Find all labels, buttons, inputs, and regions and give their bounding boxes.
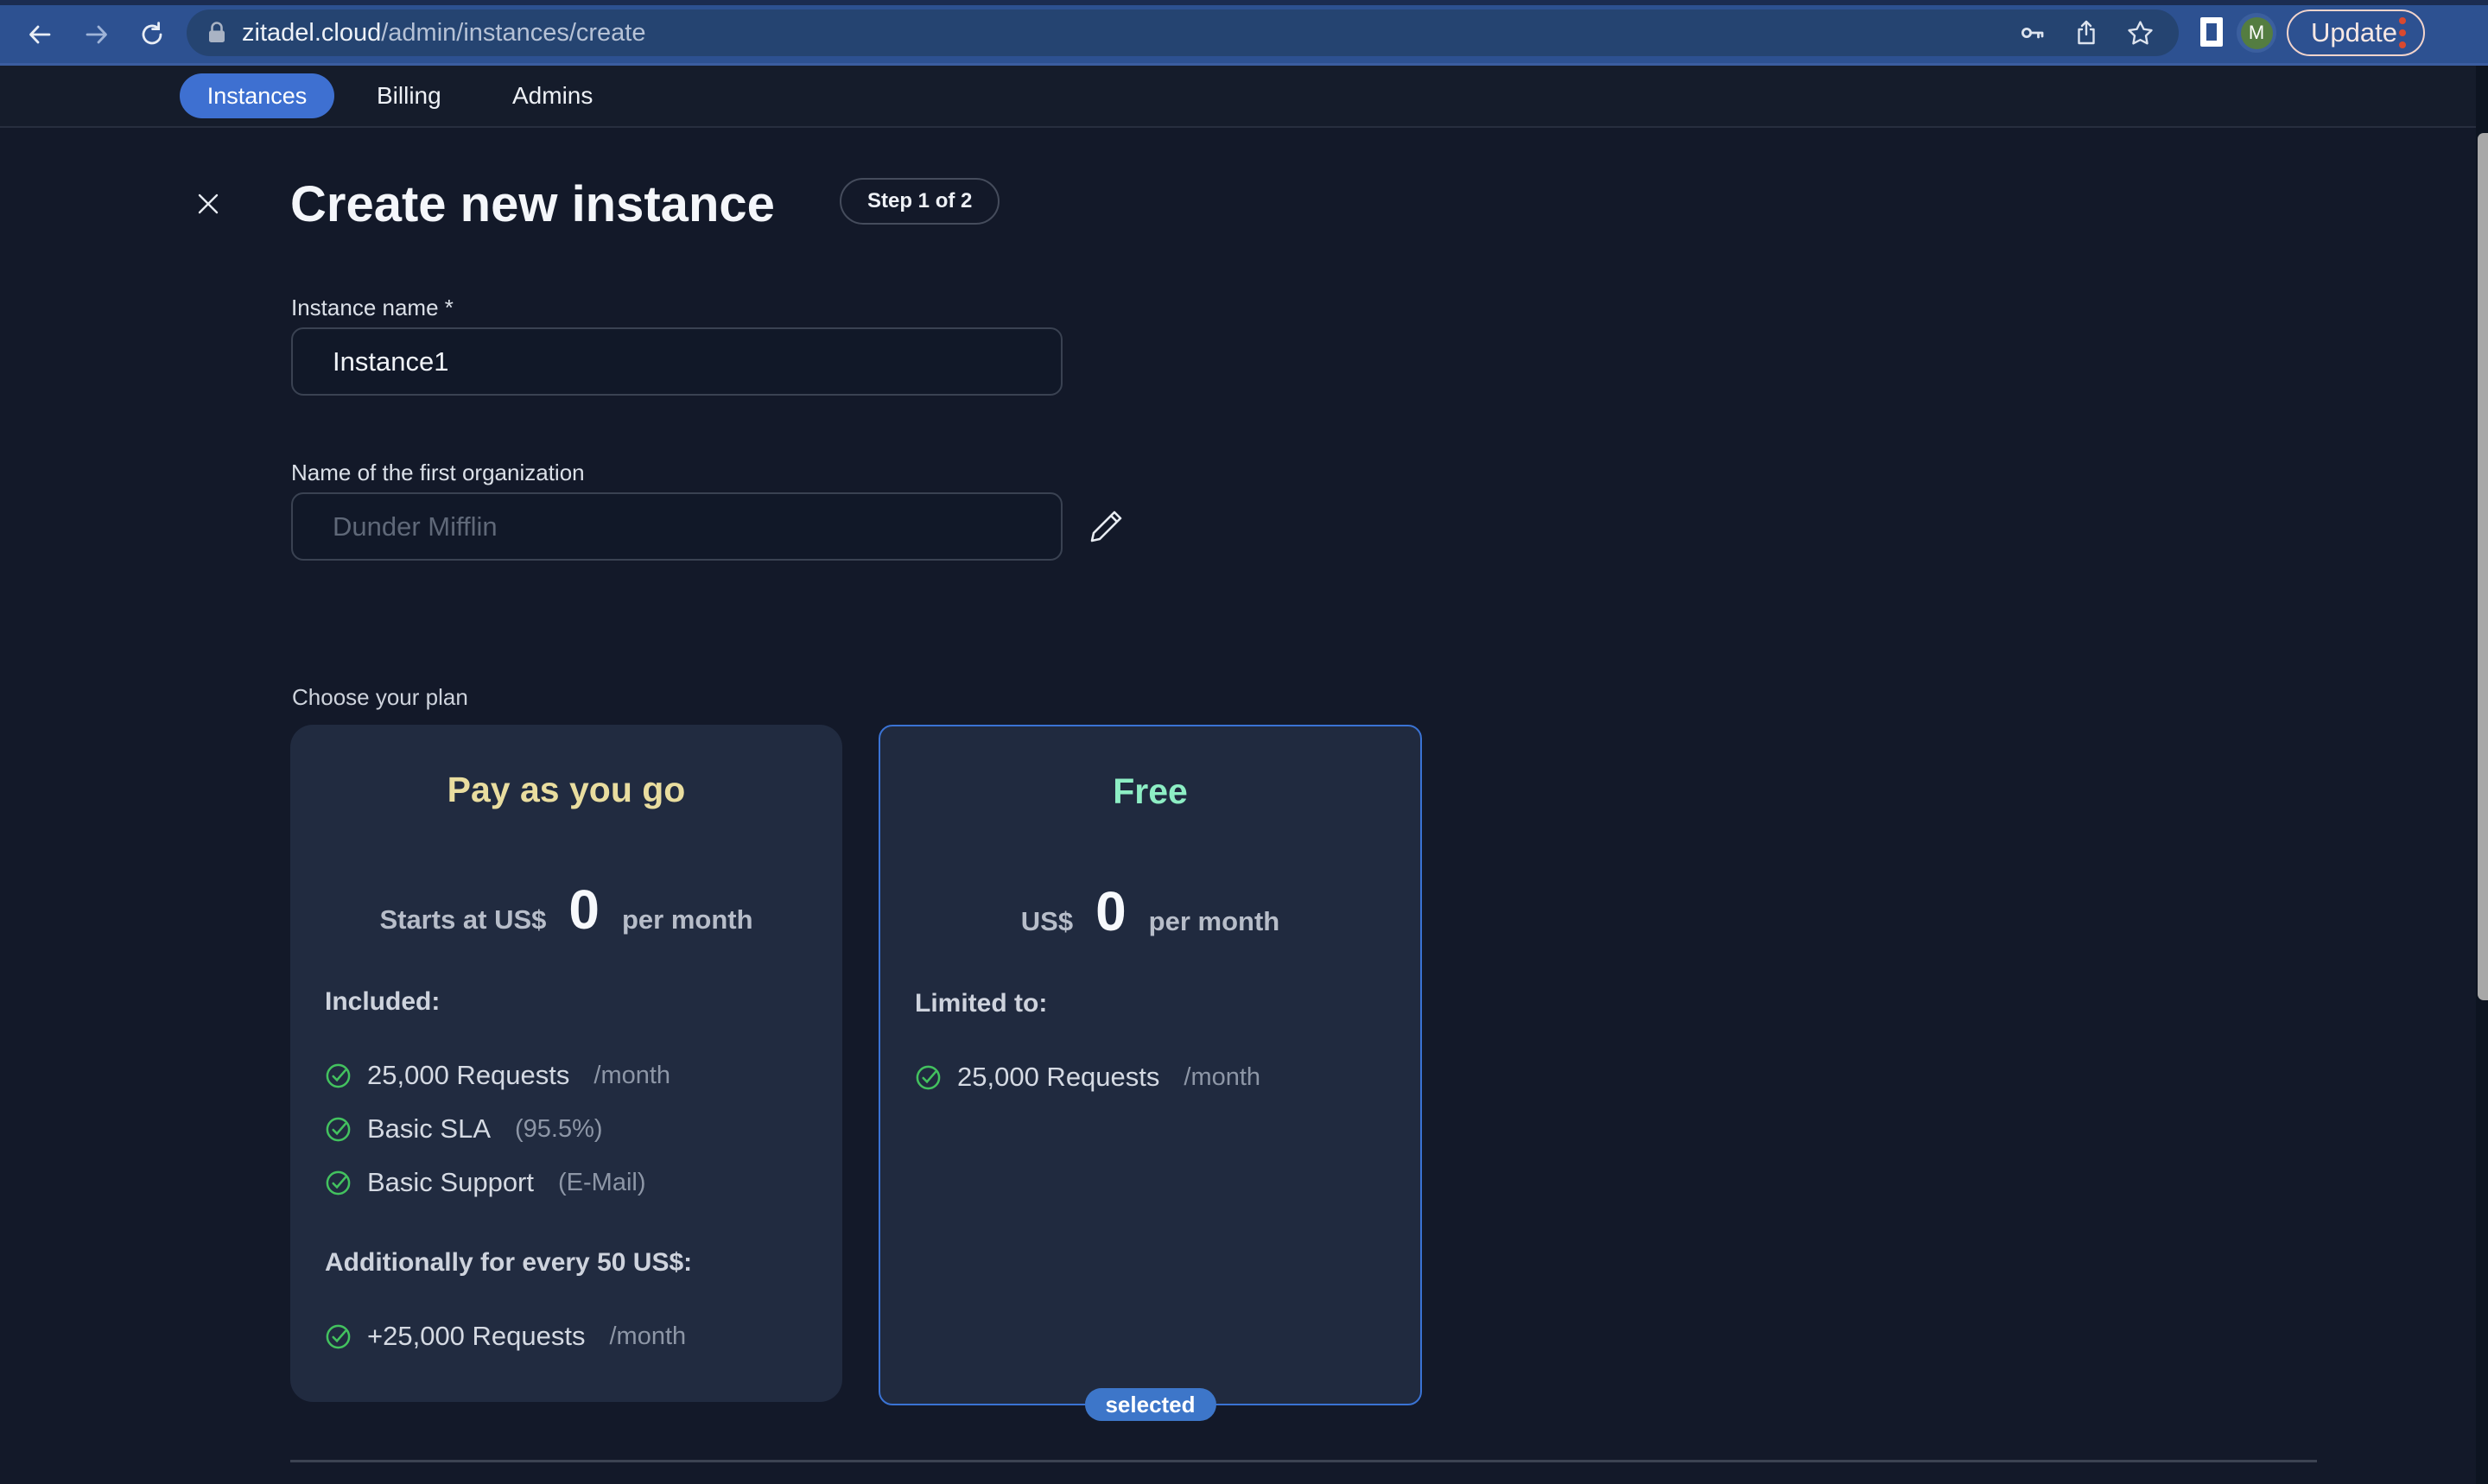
side-panel-button[interactable]: [2200, 17, 2223, 47]
price-value: 0: [568, 878, 600, 941]
selected-badge: selected: [1084, 1388, 1216, 1421]
tab-admins[interactable]: Admins: [512, 66, 593, 126]
organization-input[interactable]: [291, 492, 1063, 561]
plan-section-heading: Limited to:: [915, 989, 1048, 1018]
instance-name-input[interactable]: [291, 327, 1063, 396]
feature-note: (E-Mail): [558, 1168, 646, 1196]
feature-text: Basic Support: [367, 1167, 534, 1197]
feature-text: Basic SLA: [367, 1113, 492, 1144]
feature-text: +25,000 Requests: [367, 1321, 586, 1351]
update-chrome-button[interactable]: Update: [2287, 10, 2425, 56]
edit-organization-button[interactable]: [1085, 504, 1128, 548]
plan-sections: Limited to: 25,000 Requests/month: [915, 989, 1386, 1093]
browser-toolbar: zitadel.cloud/admin/instances/create M U…: [0, 0, 2488, 66]
address-bar[interactable]: zitadel.cloud/admin/instances/create: [187, 10, 2179, 56]
back-arrow-icon: [29, 25, 51, 44]
plan-feature-item: Basic SLA (95.5%): [325, 1113, 808, 1145]
check-circle-icon: [916, 1065, 941, 1089]
feature-text: 25,000 Requests: [367, 1060, 570, 1090]
check-circle-icon: [326, 1324, 351, 1348]
plan-feature-list: 25,000 Requests/month: [915, 1062, 1386, 1093]
scrollbar-thumb[interactable]: [2478, 133, 2488, 1000]
plan-name: Free: [1113, 771, 1188, 811]
plan-section-heading: Additionally for every 50 US$:: [325, 1248, 693, 1277]
feature-note: (95.5%): [515, 1114, 603, 1143]
url-text: zitadel.cloud/admin/instances/create: [242, 19, 646, 48]
feature-note: /month: [609, 1322, 687, 1350]
reload-button[interactable]: [136, 19, 168, 50]
feature-text: 25,000 Requests: [957, 1062, 1160, 1092]
tab-instances[interactable]: Instances: [180, 73, 334, 118]
check-circle-icon: [326, 1063, 351, 1088]
browser-menu-icon[interactable]: [2399, 17, 2406, 48]
price-suffix: per month: [1148, 906, 1280, 936]
portal-navbar: Instances Billing Admins: [0, 66, 2488, 128]
reload-icon: [142, 22, 162, 45]
profile-button[interactable]: M: [2237, 13, 2276, 53]
plan-card-pay-as-you-go[interactable]: Pay as you go Starts at US$ 0 per month …: [290, 725, 842, 1402]
plan-feature-item: 25,000 Requests/month: [915, 1062, 1386, 1093]
page-title: Create new instance: [290, 176, 775, 232]
feature-note: /month: [1184, 1062, 1261, 1091]
tab-billing[interactable]: Billing: [377, 66, 441, 126]
plan-card-free[interactable]: Free US$ 0 per month Limited to: 25,000 R…: [879, 725, 1422, 1421]
plan-section-heading: Included:: [325, 987, 441, 1016]
lock-icon[interactable]: [206, 20, 228, 46]
edit-pencil-icon: [1090, 511, 1122, 542]
browser-window: zitadel.cloud/admin/instances/create M U…: [0, 0, 2488, 1484]
check-circle-icon: [326, 1117, 351, 1141]
update-label: Update: [2311, 17, 2397, 48]
plan-feature-item: 25,000 Requests/month: [325, 1060, 808, 1091]
organization-label: Name of the first organization: [291, 460, 585, 485]
url-path: /admin/instances/create: [381, 18, 646, 47]
plan-name: Pay as you go: [447, 770, 686, 809]
plan-feature-item: +25,000 Requests/month: [325, 1321, 808, 1352]
step-badge: Step 1 of 2: [840, 178, 1000, 225]
plan-feature-item: Basic Support (E-Mail): [325, 1167, 808, 1198]
check-circle-icon: [326, 1170, 351, 1195]
forward-button[interactable]: [81, 19, 112, 50]
plan-feature-list: +25,000 Requests/month: [325, 1321, 808, 1352]
close-icon: [198, 193, 219, 214]
choose-plan-label: Choose your plan: [292, 684, 468, 710]
star-icon[interactable]: [2126, 19, 2155, 48]
tab-strip: [0, 0, 2488, 5]
share-icon[interactable]: [2072, 19, 2100, 47]
price-prefix: US$: [1020, 906, 1074, 936]
close-button[interactable]: [189, 185, 227, 223]
key-icon[interactable]: [2019, 19, 2047, 47]
plan-price: Starts at US$ 0 per month: [325, 882, 808, 937]
plan-price: US$ 0 per month: [915, 884, 1386, 939]
section-divider: [290, 1460, 2317, 1462]
side-panel-icon: [2206, 23, 2217, 41]
avatar: M: [2240, 16, 2273, 49]
url-host: zitadel.cloud: [242, 18, 382, 47]
price-suffix: per month: [622, 904, 753, 935]
feature-note: /month: [593, 1061, 671, 1089]
forward-arrow-icon: [86, 25, 107, 44]
instance-name-label: Instance name *: [291, 295, 454, 320]
plan-feature-list: 25,000 Requests/month Basic SLA (95.5%) Bas…: [325, 1060, 808, 1198]
plan-sections: Included: 25,000 Requests/month Basic SLA (…: [325, 987, 808, 1352]
price-prefix: Starts at US$: [379, 904, 547, 935]
price-value: 0: [1095, 880, 1127, 942]
back-button[interactable]: [24, 19, 55, 50]
